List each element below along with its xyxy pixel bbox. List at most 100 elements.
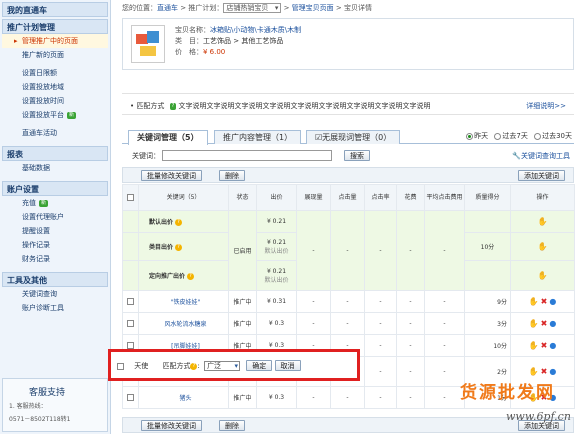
sidebar-item-recharge[interactable]: 充值新 bbox=[2, 196, 108, 210]
col-clicks[interactable]: 点击量 bbox=[330, 184, 365, 211]
confirm-button[interactable]: 确定 bbox=[246, 360, 273, 371]
breadcrumb-sep: > bbox=[283, 4, 290, 12]
radio-label: 过去7天 bbox=[502, 132, 528, 140]
col-cost[interactable]: 花费 bbox=[396, 184, 425, 211]
row-ctr: - bbox=[364, 356, 397, 387]
info-icon: ? bbox=[169, 102, 177, 110]
select-all-checkbox[interactable] bbox=[127, 193, 134, 201]
product-image[interactable] bbox=[131, 25, 165, 63]
col-bid[interactable]: 出价 bbox=[256, 184, 297, 211]
description-bar: • 匹配方式 ? 文字说明文字说明文字说明文字说明文字说明文字说明文字说明文字说… bbox=[122, 93, 574, 115]
sidebar-item-finance[interactable]: 财务记录 bbox=[2, 252, 108, 266]
thumb-icon[interactable]: ✋ bbox=[529, 319, 539, 328]
row-checkbox[interactable] bbox=[127, 320, 134, 327]
product-price-label: 价 格： bbox=[175, 48, 203, 56]
col-impressions[interactable]: 展现量 bbox=[296, 184, 331, 211]
sidebar-item-daily-limit[interactable]: 设置日限额 bbox=[2, 66, 108, 80]
keyword-search-input[interactable] bbox=[162, 150, 332, 161]
bulk-edit-button-bottom[interactable]: 批量修改关键词 bbox=[141, 420, 202, 431]
sidebar-item-region[interactable]: 设置投放地域 bbox=[2, 80, 108, 94]
thumb-icon[interactable]: ✋ bbox=[529, 367, 539, 376]
row-bid[interactable]: ¥ 0.3 bbox=[256, 386, 297, 409]
table-row: 风水轮流水糖泉 推广中 ¥ 0.3 ----- 3分 ✋ ✖ ● bbox=[122, 312, 575, 335]
radio-7days[interactable] bbox=[494, 132, 502, 140]
row-bid[interactable]: ¥ 0.31 bbox=[256, 290, 297, 313]
delete-icon[interactable]: ✖ bbox=[541, 297, 548, 306]
sidebar-item-reminder[interactable]: 提醒设置 bbox=[2, 224, 108, 238]
breadcrumb-home-link[interactable]: 直通车 bbox=[157, 4, 178, 12]
add-keyword-button[interactable]: 添加关键词 bbox=[518, 170, 565, 181]
thumb-icon[interactable]: ✋ bbox=[529, 297, 539, 306]
delete-button[interactable]: 删除 bbox=[219, 170, 245, 181]
delete-icon[interactable]: ✖ bbox=[541, 341, 548, 350]
globe-icon[interactable]: ● bbox=[549, 297, 556, 306]
sidebar-item-label: 充值 bbox=[22, 199, 36, 207]
sidebar-item-new-page[interactable]: 推广新的页面 bbox=[2, 48, 108, 62]
sidebar-item-time[interactable]: 设置投放时间 bbox=[2, 94, 108, 108]
product-category-label: 类 目： bbox=[175, 37, 203, 45]
search-button[interactable]: 搜索 bbox=[344, 150, 370, 161]
row-status: 推广中 bbox=[228, 386, 257, 409]
thumb-icon[interactable]: ✋ bbox=[538, 242, 548, 251]
match-type-editor: 天使 匹配方式?: 广泛 确定 取消 bbox=[108, 349, 360, 381]
match-type-select[interactable]: 广泛 bbox=[204, 361, 241, 371]
delete-button-bottom[interactable]: 删除 bbox=[219, 420, 245, 431]
sidebar-item-keyword-query[interactable]: 关键词查询 bbox=[2, 287, 108, 301]
sidebar-item-agent[interactable]: 设置代理账户 bbox=[2, 210, 108, 224]
tab-no-impression[interactable]: ☑无展现词管理（0） bbox=[306, 130, 401, 144]
globe-icon[interactable]: ● bbox=[549, 341, 556, 350]
product-name-link[interactable]: 冰箱贴\小动物\卡通木质\木制 bbox=[210, 26, 301, 34]
radio-30days[interactable] bbox=[534, 132, 542, 140]
sidebar-item-oplog[interactable]: 操作记录 bbox=[2, 238, 108, 252]
delete-icon[interactable]: ✖ bbox=[541, 367, 548, 376]
row-keyword[interactable]: 风水轮流水糖泉 bbox=[138, 312, 229, 335]
help-icon[interactable]: ? bbox=[174, 219, 182, 226]
row-checkbox[interactable] bbox=[127, 394, 134, 401]
row-avg-cpc: - bbox=[424, 210, 465, 291]
thumb-icon[interactable]: ✋ bbox=[538, 217, 548, 226]
thumb-icon[interactable]: ✋ bbox=[529, 341, 539, 350]
plan-select[interactable]: 店铺热销宝贝 bbox=[223, 3, 282, 13]
delete-icon[interactable]: ✖ bbox=[541, 319, 548, 328]
sidebar-item-manage-pages[interactable]: 管理推广中的页面 bbox=[2, 34, 108, 48]
detail-link[interactable]: 详细说明>> bbox=[526, 101, 566, 111]
breadcrumb-page-link[interactable]: 管理宝贝页面 bbox=[292, 4, 334, 12]
row-checkbox[interactable] bbox=[127, 342, 134, 349]
row-bid[interactable]: ¥ 0.21 bbox=[258, 239, 296, 246]
row-bid[interactable]: ¥ 0.21 bbox=[256, 210, 297, 233]
col-avg-cpc[interactable]: 平均点击费用 bbox=[424, 184, 465, 211]
sidebar-item-diagnosis[interactable]: 账户诊断工具 bbox=[2, 301, 108, 315]
help-icon[interactable]: ? bbox=[186, 273, 194, 280]
row-bid[interactable]: ¥ 0.3 bbox=[256, 312, 297, 335]
keyword-tool-link[interactable]: 🔧关键词查询工具 bbox=[512, 151, 570, 161]
help-icon[interactable]: ? bbox=[174, 244, 182, 251]
row-checkbox[interactable] bbox=[117, 362, 124, 370]
row-keyword[interactable]: 猪头 bbox=[138, 386, 229, 409]
thumb-icon[interactable]: ✋ bbox=[538, 271, 548, 280]
tab-keywords[interactable]: 关键词管理（5） bbox=[128, 130, 208, 145]
sidebar-item-platform[interactable]: 设置投放平台新 bbox=[2, 108, 108, 122]
row-status: 推广中 bbox=[228, 312, 257, 335]
support-box: 客服支持 1. 客服热线： 0571－8502T118转1 bbox=[2, 378, 108, 432]
row-bid[interactable]: ¥ 0.21 bbox=[258, 268, 296, 275]
row-quality: 9分 bbox=[464, 290, 511, 313]
radio-yesterday[interactable] bbox=[466, 132, 474, 140]
tab-content[interactable]: 推广内容管理（1） bbox=[214, 130, 302, 144]
col-quality[interactable]: 质量得分 bbox=[464, 184, 511, 211]
sidebar-item-basic-data[interactable]: 基础数据 bbox=[2, 161, 108, 175]
row-keyword: 定向推广出价 bbox=[149, 273, 186, 280]
globe-icon[interactable]: ● bbox=[549, 319, 556, 328]
colon: : bbox=[197, 362, 200, 370]
radio-label: 昨天 bbox=[474, 132, 489, 140]
row-clicks: - bbox=[330, 312, 365, 335]
row-checkbox[interactable] bbox=[127, 298, 134, 305]
row-keyword[interactable]: "铁皮娃娃" bbox=[138, 290, 229, 313]
row-cost: - bbox=[396, 210, 425, 291]
watermark-url: www.6pf.cn bbox=[506, 410, 571, 423]
col-keyword[interactable]: 关键词（5） bbox=[138, 184, 229, 211]
sidebar-item-activity[interactable]: 直通车活动 bbox=[2, 126, 108, 140]
cancel-button[interactable]: 取消 bbox=[274, 360, 301, 371]
col-ctr[interactable]: 点击率 bbox=[364, 184, 397, 211]
globe-icon[interactable]: ● bbox=[549, 367, 556, 376]
bulk-edit-button[interactable]: 批量修改关键词 bbox=[141, 170, 202, 181]
